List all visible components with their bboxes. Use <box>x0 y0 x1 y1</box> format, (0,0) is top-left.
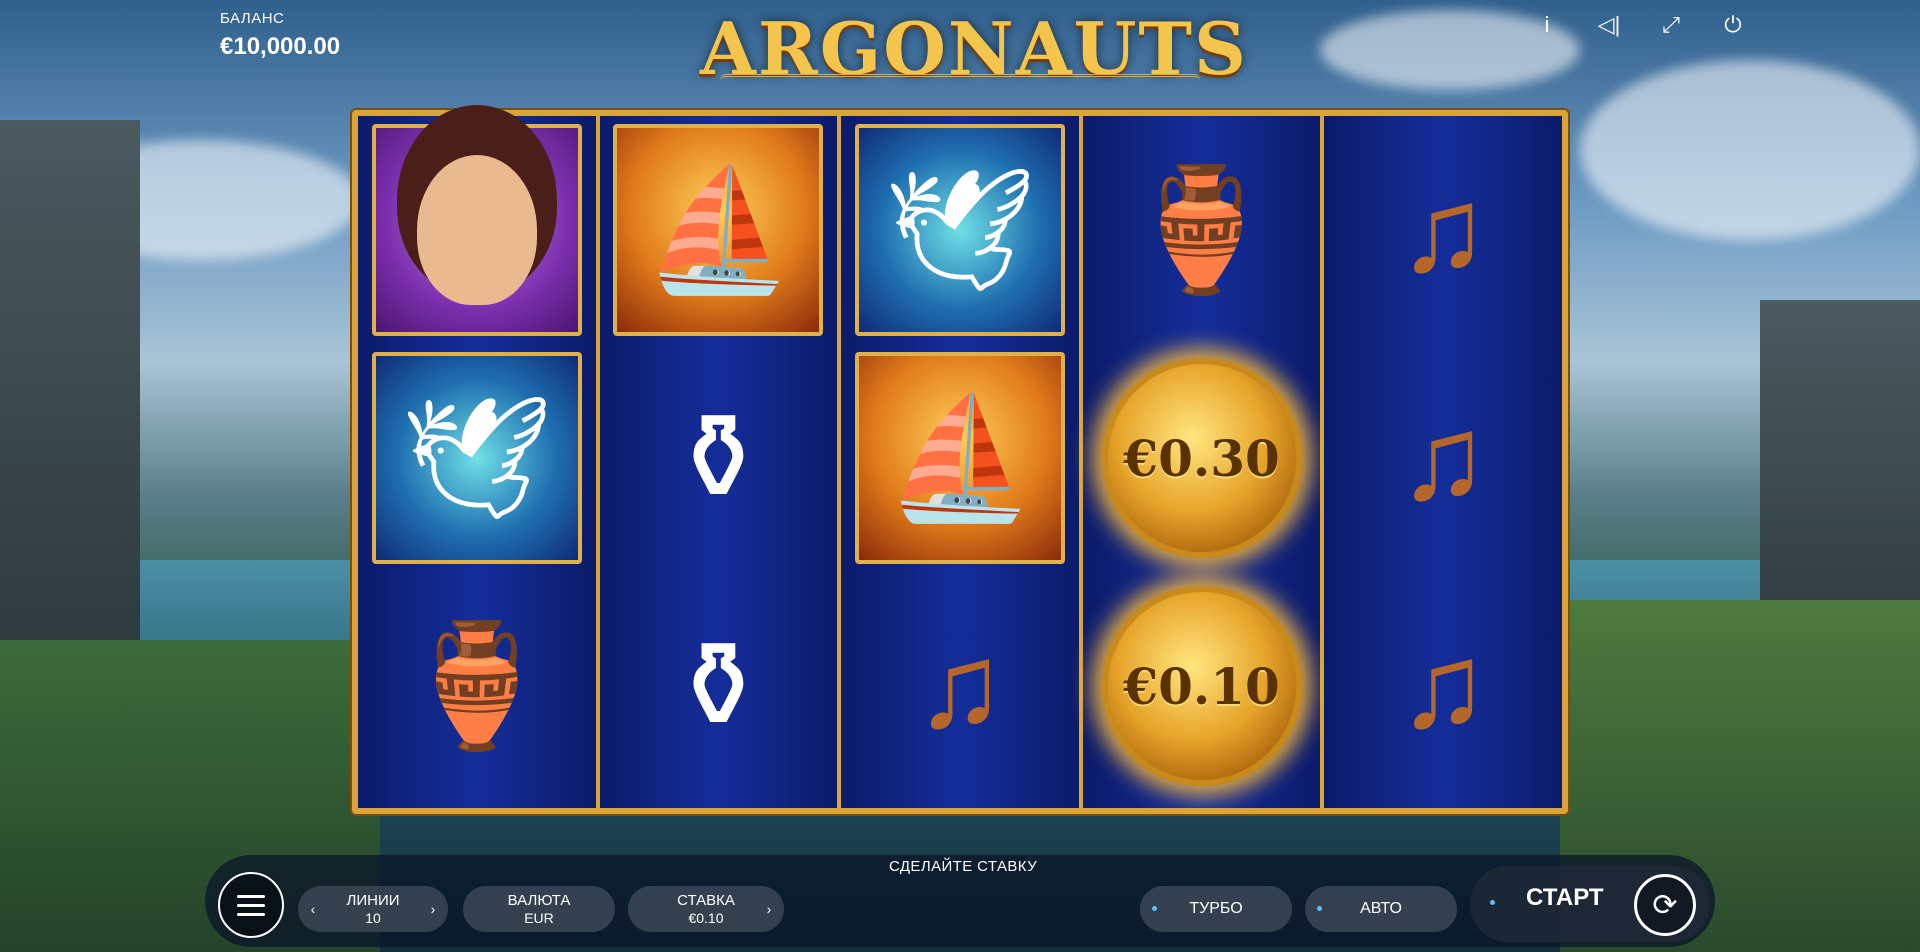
lines-increase-button[interactable]: › <box>422 886 444 932</box>
background-cliff-left <box>0 120 140 720</box>
coin-value-bottom: €0.10 <box>1101 586 1302 786</box>
auto-indicator <box>1317 906 1322 911</box>
lyre-icon: ♫ <box>1398 391 1489 525</box>
spin-icon[interactable]: ⟳ <box>1634 874 1696 936</box>
balance-label: БАЛАНС <box>220 10 285 27</box>
symbol-dove: 🕊 <box>358 344 596 572</box>
dove-icon: 🕊 <box>883 163 1037 297</box>
reel-frame: 🕊 🏺 ⛵ ⚱ ⚱ 🕊 ⛵ ♫ 🏺 €0.30 €0.10 ♫ ♫ ♫ <box>352 110 1568 814</box>
lyre-icon: ♫ <box>1398 163 1489 297</box>
logo-decoration <box>720 74 1200 86</box>
lyre-icon: ♫ <box>1398 619 1489 753</box>
symbol-potion: ⚱ <box>600 572 838 800</box>
cup-icon: 🏺 <box>402 619 552 753</box>
lines-label: ЛИНИИ <box>346 892 400 910</box>
reel-3: 🕊 ⛵ ♫ <box>841 116 1083 808</box>
balance-value: €10,000.00 <box>220 33 341 60</box>
cup-icon: 🏺 <box>1126 163 1277 297</box>
balance-display: БАЛАНС €10,000.00 <box>220 10 340 61</box>
dove-icon: 🕊 <box>400 391 553 525</box>
start-label: СТАРТ <box>1526 884 1604 911</box>
currency-selector[interactable]: ВАЛЮТА EUR <box>463 886 615 932</box>
sound-icon[interactable]: ◁| <box>1592 8 1626 42</box>
ship-icon: ⛵ <box>885 391 1035 525</box>
lines-value: 10 <box>365 909 381 926</box>
reel-4: 🏺 €0.30 €0.10 <box>1082 116 1325 808</box>
symbol-coin: €0.10 <box>1083 572 1321 800</box>
top-toolbar: i ◁| ⤢ ⏻ <box>1530 8 1750 42</box>
start-button[interactable]: СТАРТ ⟳ <box>1470 866 1710 942</box>
symbol-cup: 🏺 <box>358 572 596 800</box>
symbol-lyre: ♫ <box>1324 344 1562 572</box>
bet-value: €0.10 <box>688 909 724 926</box>
bet-prompt: СДЕЛАЙТЕ СТАВКУ <box>888 858 1038 875</box>
lyre-icon: ♫ <box>914 619 1005 753</box>
fullscreen-icon[interactable]: ⤢ <box>1654 8 1688 42</box>
symbol-lyre: ♫ <box>1324 116 1562 344</box>
symbol-coin: €0.30 <box>1083 344 1321 572</box>
auto-button[interactable]: АВТО <box>1305 886 1457 932</box>
auto-label: АВТО <box>1360 900 1402 917</box>
symbol-cup: 🏺 <box>1083 116 1321 344</box>
menu-button[interactable] <box>218 872 284 938</box>
maiden-portrait <box>416 155 537 305</box>
symbol-ship: ⛵ <box>600 116 838 344</box>
coin-value-top: €0.30 <box>1101 358 1302 558</box>
turbo-indicator <box>1152 906 1157 911</box>
symbol-maiden <box>358 116 596 344</box>
symbol-potion: ⚱ <box>600 344 838 572</box>
potion-icon: ⚱ <box>668 619 769 753</box>
turbo-button[interactable]: ТУРБО <box>1140 886 1292 932</box>
info-icon[interactable]: i <box>1530 8 1564 42</box>
bet-increase-button[interactable]: › <box>758 886 780 932</box>
reel-5: ♫ ♫ ♫ <box>1324 116 1562 808</box>
bet-label: СТАВКА <box>677 892 735 910</box>
background-cloud <box>1580 60 1920 240</box>
ship-icon: ⛵ <box>643 163 794 297</box>
currency-value: EUR <box>524 909 554 926</box>
lines-decrease-button[interactable]: ‹ <box>302 886 324 932</box>
hamburger-icon <box>237 894 265 898</box>
symbol-dove: 🕊 <box>841 116 1079 344</box>
symbol-lyre: ♫ <box>1324 572 1562 800</box>
turbo-label: ТУРБО <box>1189 900 1243 917</box>
power-icon[interactable]: ⏻ <box>1716 8 1750 42</box>
symbol-lyre: ♫ <box>841 572 1079 800</box>
bet-selector[interactable]: СТАВКА €0.10 › <box>628 886 784 932</box>
reel-1: 🕊 🏺 <box>358 116 600 808</box>
lines-selector[interactable]: ‹ ЛИНИИ 10 › <box>298 886 448 932</box>
currency-label: ВАЛЮТА <box>507 892 571 910</box>
start-indicator <box>1490 900 1495 905</box>
reel-2: ⛵ ⚱ ⚱ <box>599 116 842 808</box>
symbol-ship: ⛵ <box>841 344 1079 572</box>
potion-icon: ⚱ <box>668 391 769 525</box>
